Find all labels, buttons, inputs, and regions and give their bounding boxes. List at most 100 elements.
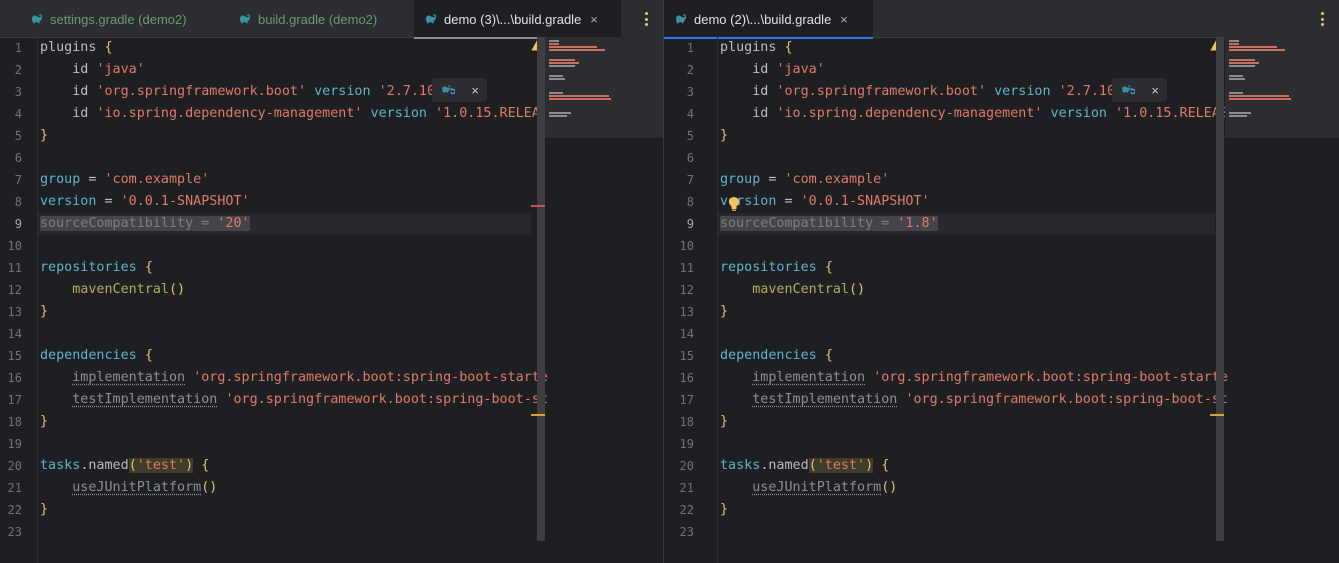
line-number: 16 — [7, 371, 22, 385]
line-number-gutter: 1 2 3 4 5 6 7 8 9 10 11 12 13 14 15 16 1… — [664, 37, 718, 563]
line-number: 12 — [7, 283, 22, 297]
line-number: 18 — [7, 415, 22, 429]
line-number: 4 — [686, 107, 694, 121]
code-line: mavenCentral() — [752, 282, 866, 297]
tab-build-gradle-demo2[interactable]: build.gradle (demo2) — [228, 0, 377, 38]
code-line: testImplementation 'org.springframework.… — [752, 392, 1228, 407]
editor-scrollbar[interactable] — [1216, 37, 1224, 541]
line-number: 11 — [679, 261, 694, 275]
code-line: repositories { — [720, 260, 833, 275]
line-number: 22 — [679, 503, 694, 517]
close-icon[interactable]: × — [471, 83, 479, 98]
code-line: implementation 'org.springframework.boot… — [72, 370, 548, 385]
line-number: 3 — [14, 85, 22, 99]
code-line: version = '0.0.1-SNAPSHOT' — [720, 194, 930, 209]
code-line: group = 'com.example' — [40, 172, 210, 187]
line-number: 6 — [686, 151, 694, 165]
code-line: tasks.named('test') { — [720, 458, 890, 473]
line-number: 10 — [7, 239, 22, 253]
line-number: 18 — [679, 415, 694, 429]
code-line: } — [40, 414, 49, 429]
line-number: 13 — [679, 305, 694, 319]
gradle-reload-popup[interactable]: × — [1112, 78, 1167, 102]
line-number: 16 — [679, 371, 694, 385]
line-number: 19 — [679, 437, 694, 451]
gradle-reload-icon[interactable] — [440, 82, 456, 98]
close-icon[interactable]: × — [840, 12, 848, 27]
line-number: 2 — [14, 63, 22, 77]
line-number: 17 — [679, 393, 694, 407]
tab-bar-left: settings.gradle (demo2) build.gradle (de… — [0, 0, 663, 39]
line-number: 4 — [14, 107, 22, 121]
line-number: 14 — [679, 327, 694, 341]
line-number-gutter: 1 2 3 4 5 6 7 8 9 10 11 12 13 14 15 16 1… — [0, 37, 38, 563]
code-line: id 'java' — [72, 62, 145, 77]
code-line: } — [720, 304, 729, 319]
code-line: group = 'com.example' — [720, 172, 890, 187]
line-number: 23 — [679, 525, 694, 539]
tab-demo2-build-gradle[interactable]: demo (2)\...\build.gradle × — [664, 0, 873, 39]
line-number: 22 — [7, 503, 22, 517]
gradle-reload-popup[interactable]: × — [432, 78, 487, 102]
editor-scrollbar[interactable] — [537, 37, 545, 541]
code-line-selected: sourceCompatibility = '1.8' — [720, 216, 938, 231]
code-line: useJUnitPlatform() — [72, 480, 218, 495]
code-line: implementation 'org.springframework.boot… — [752, 370, 1228, 385]
line-number: 3 — [686, 85, 694, 99]
line-number: 14 — [7, 327, 22, 341]
error-marker[interactable] — [531, 205, 545, 207]
line-number: 11 — [7, 261, 22, 275]
line-number-current: 9 — [14, 217, 22, 231]
tab-demo3-build-gradle[interactable]: demo (3)\...\build.gradle × — [414, 0, 621, 39]
line-number: 7 — [686, 173, 694, 187]
tab-bar-right: demo (2)\...\build.gradle × — [664, 0, 1339, 39]
tab-label: demo (2)\...\build.gradle — [694, 11, 832, 27]
close-icon[interactable]: × — [590, 12, 598, 27]
lightbulb-icon[interactable] — [727, 196, 741, 212]
code-line: dependencies { — [40, 348, 153, 363]
gradle-elephant-icon — [31, 14, 43, 24]
warning-marker[interactable] — [531, 414, 545, 416]
line-number: 1 — [686, 41, 694, 55]
more-vertical-icon[interactable] — [643, 10, 649, 28]
warning-marker[interactable] — [1210, 414, 1224, 416]
line-number: 12 — [679, 283, 694, 297]
code-line: id 'org.springframework.boot' version '2… — [752, 84, 1116, 99]
line-number: 17 — [7, 393, 22, 407]
line-number: 5 — [686, 129, 694, 143]
line-number: 8 — [686, 195, 694, 209]
line-number: 21 — [679, 481, 694, 495]
line-number: 15 — [679, 349, 694, 363]
code-line: useJUnitPlatform() — [752, 480, 898, 495]
gradle-elephant-icon — [239, 14, 251, 24]
line-number: 2 — [686, 63, 694, 77]
gradle-elephant-icon — [425, 14, 437, 24]
tab-label: demo (3)\...\build.gradle — [444, 11, 582, 27]
line-number: 15 — [7, 349, 22, 363]
code-line: testImplementation 'org.springframework.… — [72, 392, 548, 407]
code-line: } — [40, 304, 49, 319]
line-number: 5 — [14, 129, 22, 143]
tab-label: build.gradle (demo2) — [258, 11, 378, 27]
code-line: tasks.named('test') { — [40, 458, 210, 473]
line-number: 13 — [7, 305, 22, 319]
tab-settings-gradle-demo2[interactable]: settings.gradle (demo2) — [20, 0, 187, 38]
editor-pane-right: demo (2)\...\build.gradle × 1 2 3 4 5 6 … — [664, 0, 1339, 563]
minimap[interactable] — [545, 37, 663, 138]
code-line-selected: sourceCompatibility = '20' — [40, 216, 250, 231]
code-line: id 'io.spring.dependency-management' ver… — [72, 106, 548, 121]
code-line: dependencies { — [720, 348, 833, 363]
gradle-elephant-icon — [675, 14, 687, 24]
code-line: mavenCentral() — [72, 282, 186, 297]
line-number: 20 — [679, 459, 694, 473]
code-line: } — [720, 128, 729, 143]
code-line: } — [40, 128, 49, 143]
gradle-reload-icon[interactable] — [1120, 82, 1136, 98]
code-line: version = '0.0.1-SNAPSHOT' — [40, 194, 250, 209]
line-number-current: 9 — [686, 217, 694, 231]
minimap[interactable] — [1225, 37, 1339, 138]
code-line: } — [720, 414, 729, 429]
editor-pane-left: settings.gradle (demo2) build.gradle (de… — [0, 0, 663, 563]
close-icon[interactable]: × — [1151, 83, 1159, 98]
more-vertical-icon[interactable] — [1319, 10, 1325, 28]
